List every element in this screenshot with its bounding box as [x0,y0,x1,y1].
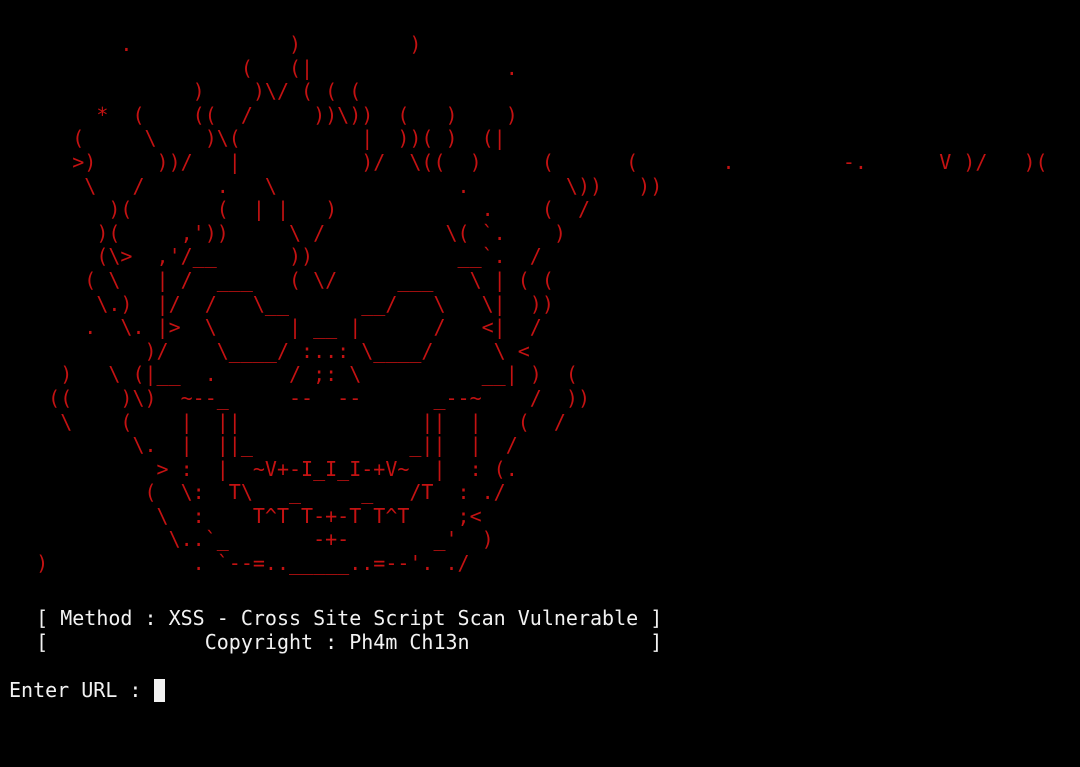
art-line: )( ( | | ) . ( / [0,197,591,222]
art-line: > : | ~V+-I_I_I-+V~ | : (. [0,456,518,481]
ascii-art-skull: . ) ) ( (| . ) )\/ ( ( ( * ( (( / ))\)) … [0,32,1080,576]
art-line: (\> ,'/__ )) __`. / [0,244,542,269]
art-line: )( ,')) \ / \( `. ) [0,220,566,245]
art-line: ) )\/ ( ( ( [0,79,362,104]
art-line: \. | ||_ _|| | / [0,433,518,458]
art-line: ( \ | / ___ ( \/ ___ \ | ( ( [0,267,554,292]
art-line: ( \: T\ _ _ /T : ./ [0,480,506,505]
art-line: )/ \____/ :..: \____/ \ < [0,338,530,363]
prompt-label: Enter URL : [9,678,154,702]
art-line: . \. |> \ | __ | / <| / [0,315,542,340]
art-line: \.) |/ / \__ __/ \ \| )) [0,291,554,316]
banner-method-line: [ Method : XSS - Cross Site Script Scan … [0,606,663,630]
art-line: ( (| . [0,55,518,80]
art-line: >) ))/ | )/ \(( ) ( ( . -. V )/ )( ( [0,149,1080,174]
art-line: \ : T^T T-+-T T^T ;< [0,503,482,528]
art-line: \ ( | || || | ( / [0,409,566,434]
text-cursor [153,678,165,702]
art-line: ) \ (|__ . / ;: \ __| ) ( [0,362,578,387]
terminal-window[interactable]: . ) ) ( (| . ) )\/ ( ( ( * ( (( / ))\)) … [0,0,1080,767]
url-prompt-line: Enter URL : [9,678,165,702]
art-line: . ) ) [0,32,422,56]
art-line: \..`_ -+- _' ) [0,527,494,552]
art-line: * ( (( / ))\)) ( ) ) [0,102,518,127]
banner-copyright-line: [ Copyright : Ph4m Ch13n ] [0,630,663,654]
art-line: (( )\) ~--_ -- -- _--~ / )) [0,385,591,410]
art-line: ) . `--=.._____..=--'. ./ [0,551,470,576]
banner: [ Method : XSS - Cross Site Script Scan … [0,606,662,654]
art-line: \ / . \ . \)) )) [0,173,663,198]
art-line: ( \ )\( | ))( ) (| [0,126,506,151]
